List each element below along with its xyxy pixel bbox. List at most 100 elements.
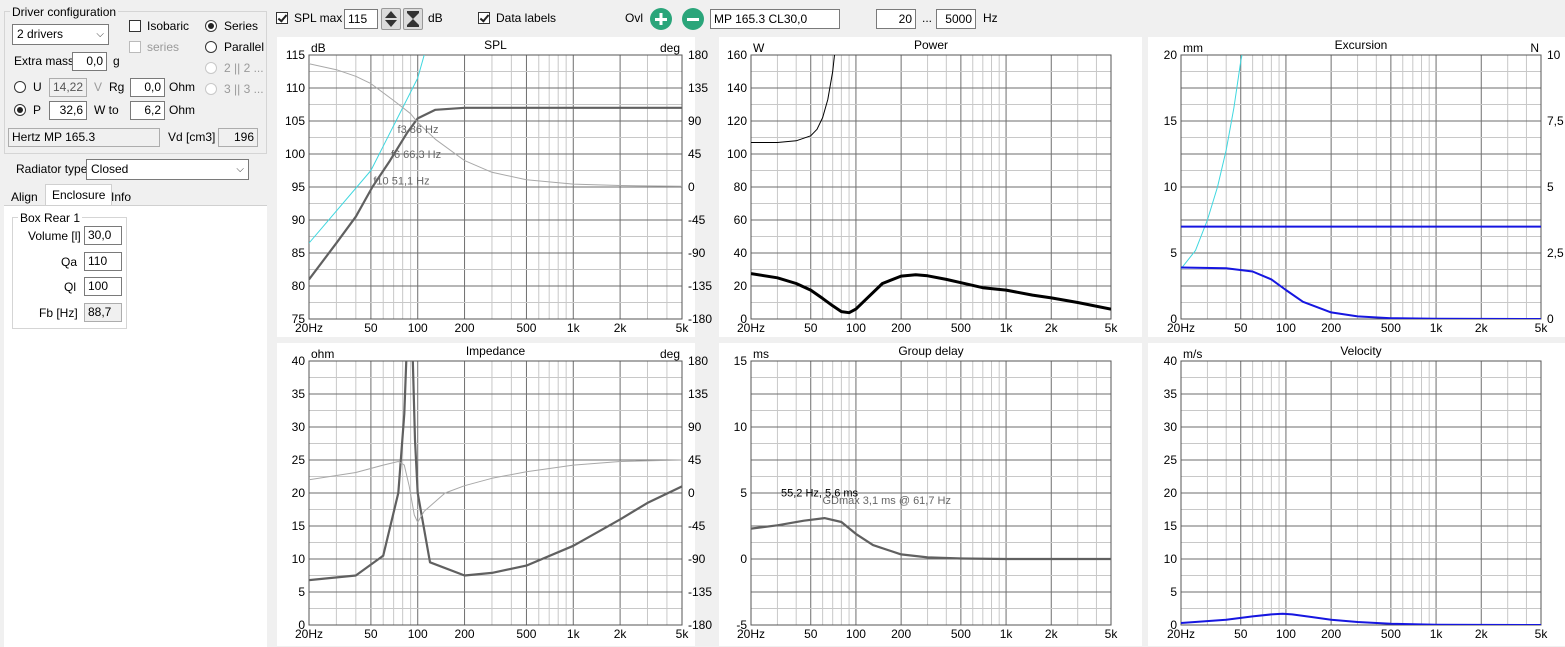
p-input[interactable]: 32,6 — [49, 101, 87, 120]
chart-spl: SPLdB deg11511010510095908580751801359045… — [277, 37, 712, 337]
left-unit-label: ohm — [311, 347, 334, 361]
y-tick-label: 20 — [1164, 486, 1178, 500]
extra-mass-input[interactable]: 0,0 — [72, 52, 107, 71]
y2-tick-label: -45 — [688, 519, 706, 533]
p-label: P — [33, 103, 42, 117]
volume-input[interactable]: 30,0 — [84, 226, 122, 245]
spin-collapse-button[interactable] — [403, 8, 423, 30]
driver-config-title: Driver configuration — [10, 5, 119, 19]
y2-tick-label: 90 — [688, 114, 702, 128]
x-tick-label: 200 — [1321, 321, 1341, 335]
x-tick-label: 100 — [846, 321, 866, 335]
y-tick-label: 20 — [1164, 48, 1178, 62]
p33-radio[interactable] — [205, 83, 217, 95]
y-tick-label: 5 — [1170, 585, 1177, 599]
isobaric-checkbox[interactable] — [129, 20, 141, 32]
u-radio[interactable] — [14, 81, 26, 93]
chart-title: Excursion — [1335, 38, 1388, 52]
series-sub-checkbox[interactable] — [129, 41, 141, 53]
x-tick-label: 1k — [1000, 321, 1014, 335]
vd-field[interactable]: 196 — [218, 128, 258, 147]
y-tick-label: 100 — [727, 147, 747, 161]
wto-input[interactable]: 6,2 — [130, 101, 165, 120]
add-overlay-button[interactable] — [650, 8, 672, 30]
y-tick-label: 25 — [292, 453, 306, 467]
ql-input[interactable]: 100 — [84, 277, 122, 296]
y-tick-label: 35 — [1164, 387, 1178, 401]
y-tick-label: 95 — [292, 180, 306, 194]
chart-title: Group delay — [898, 344, 963, 358]
y-tick-label: 105 — [285, 114, 305, 128]
freq-to-input[interactable]: 5000 — [936, 9, 976, 29]
y-tick-label: 15 — [1164, 519, 1178, 533]
y-tick-label: 40 — [292, 354, 306, 368]
qa-input[interactable]: 110 — [84, 252, 122, 271]
p22-label: 2 || 2 ... — [224, 61, 264, 75]
x-tick-label: 5k — [676, 627, 690, 641]
x-tick-label: 100 — [1276, 627, 1296, 641]
y-tick-label: 5 — [1170, 246, 1177, 260]
spl-unit: dB — [428, 11, 443, 25]
overlay-name-field[interactable]: MP 165.3 CL30,0 — [710, 9, 840, 29]
rg-input[interactable]: 0,0 — [130, 78, 165, 97]
x-tick-label: 1k — [1430, 627, 1444, 641]
chart-title: Power — [914, 38, 948, 52]
x-tick-label: 50 — [364, 321, 378, 335]
spin-up-down-button[interactable] — [381, 8, 401, 30]
p22-radio[interactable] — [205, 62, 217, 74]
y-tick-label: 80 — [734, 180, 748, 194]
y-tick-label: 85 — [292, 246, 306, 260]
x-tick-label: 20Hz — [737, 627, 765, 641]
tab-enclosure[interactable]: Enclosure — [45, 184, 113, 206]
p-radio[interactable] — [14, 104, 26, 116]
parallel-radio[interactable] — [205, 41, 217, 53]
rg-label: Rg — [109, 80, 125, 94]
u-input[interactable]: 14,22 — [49, 78, 87, 97]
spl-max-checkbox[interactable] — [276, 12, 288, 24]
spl-max-label: SPL max — [294, 11, 343, 25]
y-tick-label: 15 — [1164, 114, 1178, 128]
x-tick-label: 500 — [1381, 321, 1401, 335]
radiator-type-select[interactable]: Closed ⌵ — [86, 159, 249, 180]
driver-name-field[interactable]: Hertz MP 165.3 — [8, 128, 160, 147]
x-tick-label: 200 — [891, 321, 911, 335]
data-labels-checkbox[interactable] — [478, 12, 490, 24]
x-tick-label: 500 — [951, 321, 971, 335]
y2-tick-label: 5 — [1547, 180, 1554, 194]
x-tick-label: 20Hz — [1167, 321, 1195, 335]
y-tick-label: 120 — [727, 114, 747, 128]
y2-tick-label: 2,5 — [1547, 246, 1564, 260]
y-tick-label: 10 — [292, 552, 306, 566]
y2-tick-label: 90 — [688, 420, 702, 434]
x-tick-label: 5k — [1535, 627, 1549, 641]
series-label: Series — [224, 19, 259, 33]
data-labels-label: Data labels — [496, 11, 557, 25]
gd-point-annotation: 55,2 Hz, 5,6 ms — [781, 488, 859, 500]
drivers-select[interactable]: 2 drivers ⌵ — [12, 24, 109, 45]
chart-group-delay: Group delayms151050-520Hz 50 100 200 500 1k 2k… — [719, 343, 1142, 646]
y-tick-label: 0 — [740, 552, 747, 566]
freq-from-input[interactable]: 20 — [876, 9, 916, 29]
collapse-arrows-icon — [407, 11, 419, 27]
y-tick-label: 115 — [286, 48, 305, 62]
series-radio[interactable] — [205, 20, 217, 32]
chart-title: SPL — [484, 38, 507, 52]
x-tick-label: 20Hz — [737, 321, 765, 335]
x-tick-label: 500 — [951, 627, 971, 641]
left-unit-label: dB — [311, 41, 326, 55]
x-tick-label: 500 — [516, 321, 536, 335]
x-tick-label: 5k — [1105, 627, 1119, 641]
y-tick-label: 15 — [292, 519, 306, 533]
remove-overlay-button[interactable] — [682, 8, 704, 30]
x-tick-label: 2k — [1475, 627, 1489, 641]
charts-canvas: SPLdB deg11511010510095908580751801359045… — [277, 37, 1565, 646]
f6-annotation: f6 66,3 Hz — [391, 149, 441, 161]
radiator-type-label: Radiator type — [16, 162, 88, 176]
fb-field[interactable]: 88,7 — [84, 303, 122, 322]
x-tick-label: 500 — [516, 627, 536, 641]
x-tick-label: 50 — [1234, 321, 1248, 335]
fb-label: Fb [Hz] — [39, 306, 78, 320]
minus-icon — [687, 18, 699, 21]
y-tick-label: 25 — [1164, 453, 1178, 467]
spl-max-input[interactable]: 115 — [344, 9, 378, 29]
